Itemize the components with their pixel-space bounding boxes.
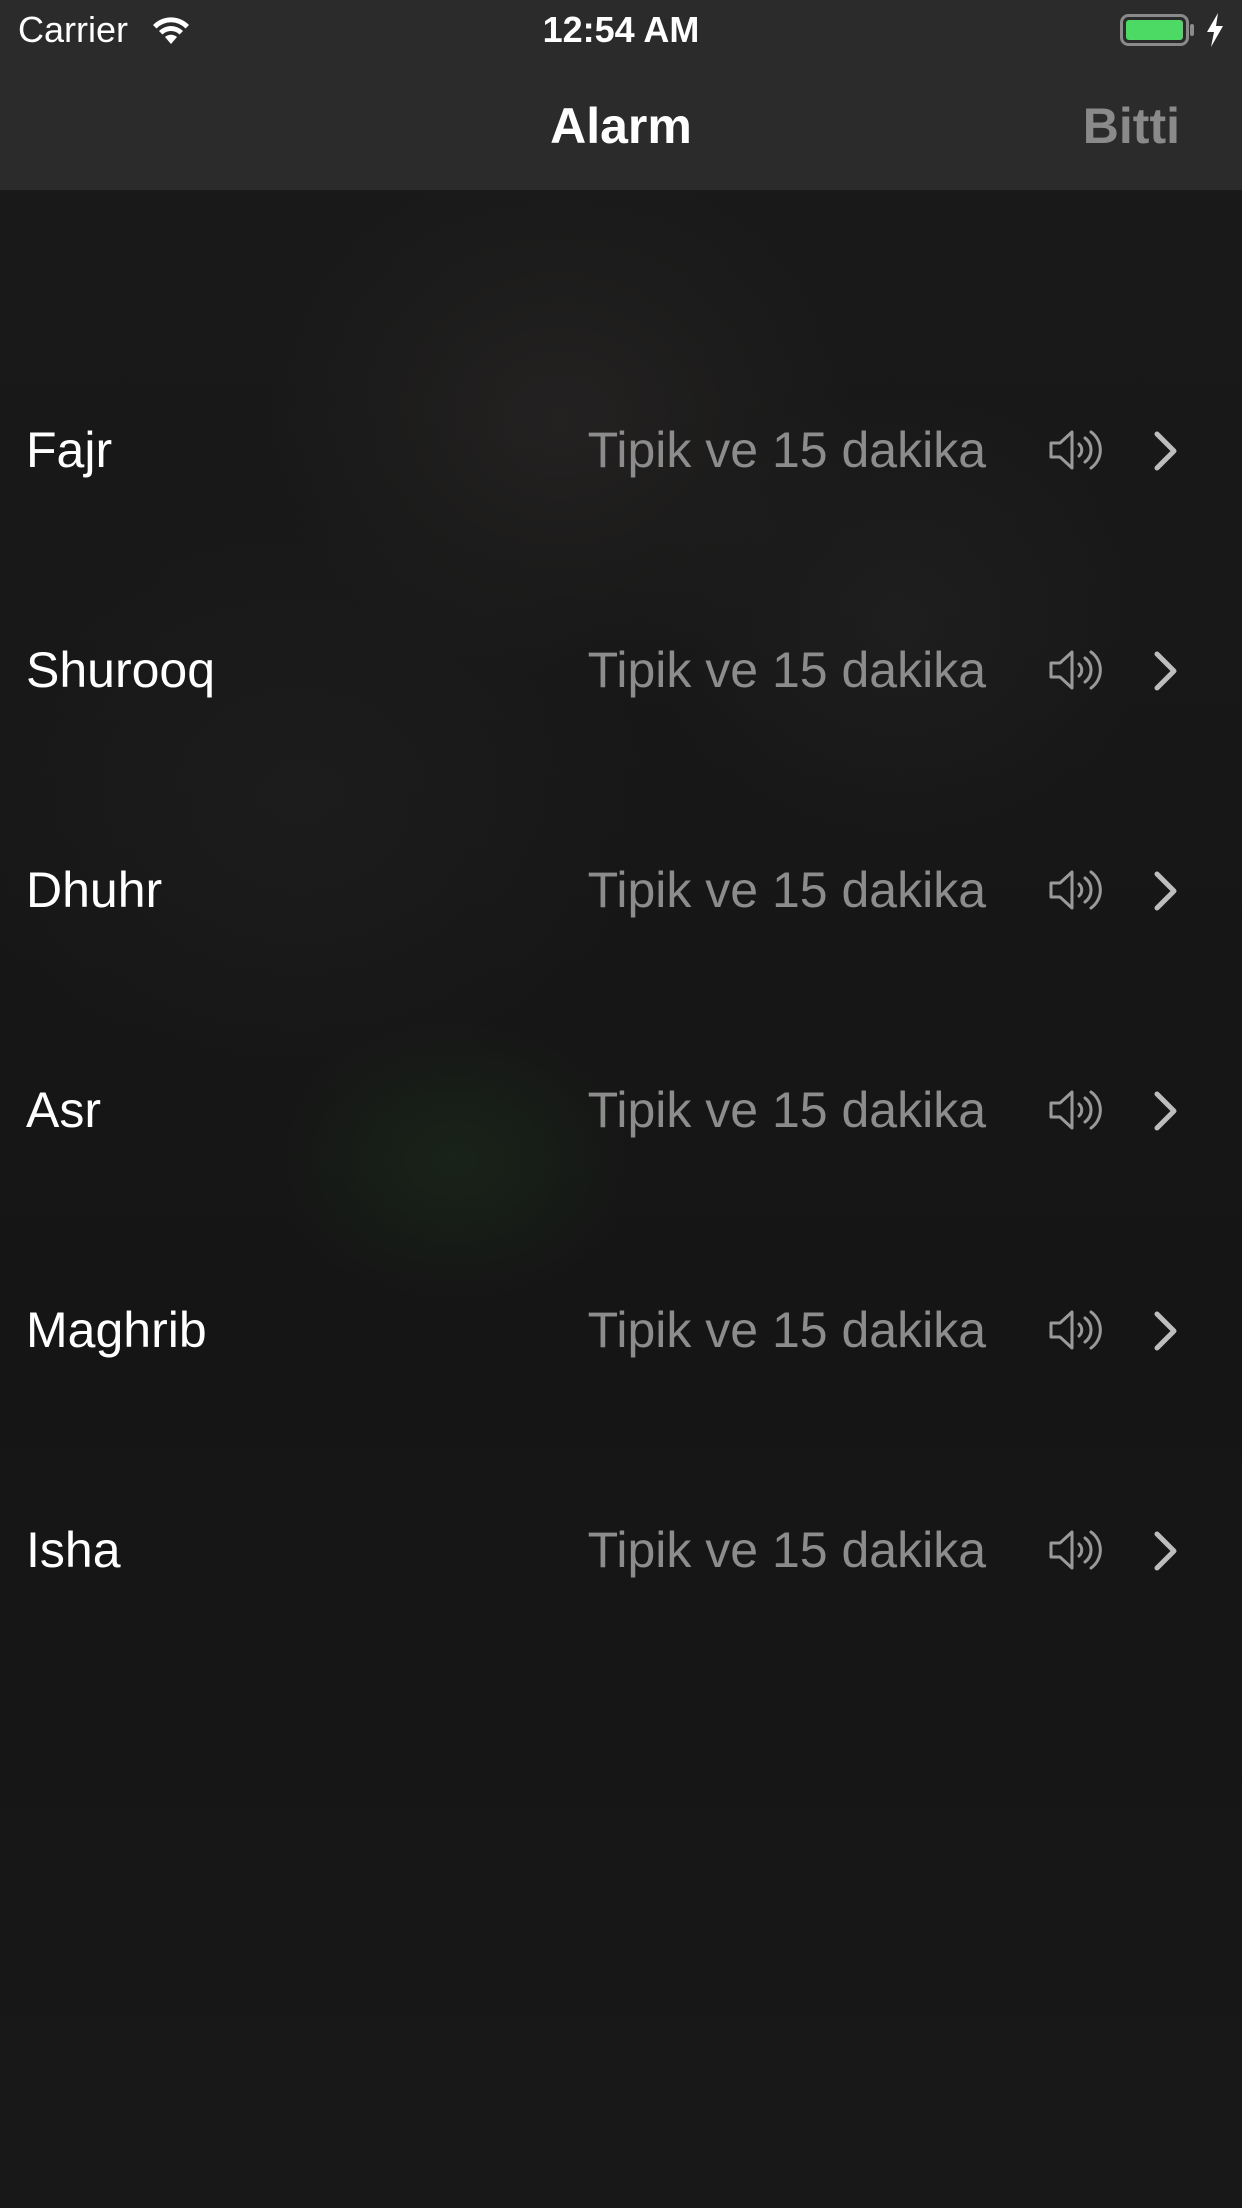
- alarm-detail: Tipik ve 15 dakika: [587, 1302, 986, 1358]
- speaker-icon[interactable]: [1048, 1528, 1102, 1572]
- chevron-right-icon: [1154, 1311, 1177, 1351]
- chevron-right-icon: [1154, 1091, 1177, 1131]
- alarm-screen: Carrier 12:54 AM Alarm Bitti Fajr Tipik …: [0, 0, 1242, 2208]
- alarm-detail: Tipik ve 15 dakika: [587, 642, 986, 698]
- alarm-detail: Tipik ve 15 dakika: [587, 1522, 986, 1578]
- list-item-asr[interactable]: Asr Tipik ve 15 dakika: [0, 1000, 1242, 1220]
- alarm-detail: Tipik ve 15 dakika: [587, 422, 986, 478]
- chevron-right-icon: [1154, 651, 1177, 691]
- prayer-name: Asr: [26, 1082, 101, 1138]
- speaker-icon[interactable]: [1048, 428, 1102, 472]
- list-item-fajr[interactable]: Fajr Tipik ve 15 dakika: [0, 340, 1242, 560]
- prayer-name: Shurooq: [26, 642, 216, 698]
- navigation-bar: Alarm Bitti: [0, 60, 1242, 190]
- list-item-maghrib[interactable]: Maghrib Tipik ve 15 dakika: [0, 1220, 1242, 1440]
- alarm-detail: Tipik ve 15 dakika: [587, 862, 986, 918]
- list-item-dhuhr[interactable]: Dhuhr Tipik ve 15 dakika: [0, 780, 1242, 1000]
- page-title: Alarm: [550, 98, 692, 154]
- status-time: 12:54 AM: [542, 9, 700, 50]
- alarm-detail: Tipik ve 15 dakika: [587, 1082, 986, 1138]
- prayer-name: Fajr: [26, 422, 113, 478]
- list-item-isha[interactable]: Isha Tipik ve 15 dakika: [0, 1440, 1242, 1660]
- speaker-icon[interactable]: [1048, 1088, 1102, 1132]
- speaker-icon[interactable]: [1048, 648, 1102, 692]
- chevron-right-icon: [1154, 871, 1177, 911]
- list-item-shurooq[interactable]: Shurooq Tipik ve 15 dakika: [0, 560, 1242, 780]
- prayer-alarm-list: Fajr Tipik ve 15 dakika Shurooq Tipik ve…: [0, 340, 1242, 1660]
- speaker-icon[interactable]: [1048, 1308, 1102, 1352]
- charging-bolt-icon: [1207, 13, 1223, 47]
- status-bar: Carrier 12:54 AM: [0, 0, 1242, 60]
- prayer-name: Dhuhr: [26, 862, 163, 918]
- battery-icon: [1120, 14, 1194, 46]
- prayer-name: Isha: [26, 1522, 121, 1578]
- done-button[interactable]: Bitti: [1083, 98, 1180, 154]
- chevron-right-icon: [1154, 1531, 1177, 1571]
- speaker-icon[interactable]: [1048, 868, 1102, 912]
- prayer-name: Maghrib: [26, 1302, 207, 1358]
- chevron-right-icon: [1154, 431, 1177, 471]
